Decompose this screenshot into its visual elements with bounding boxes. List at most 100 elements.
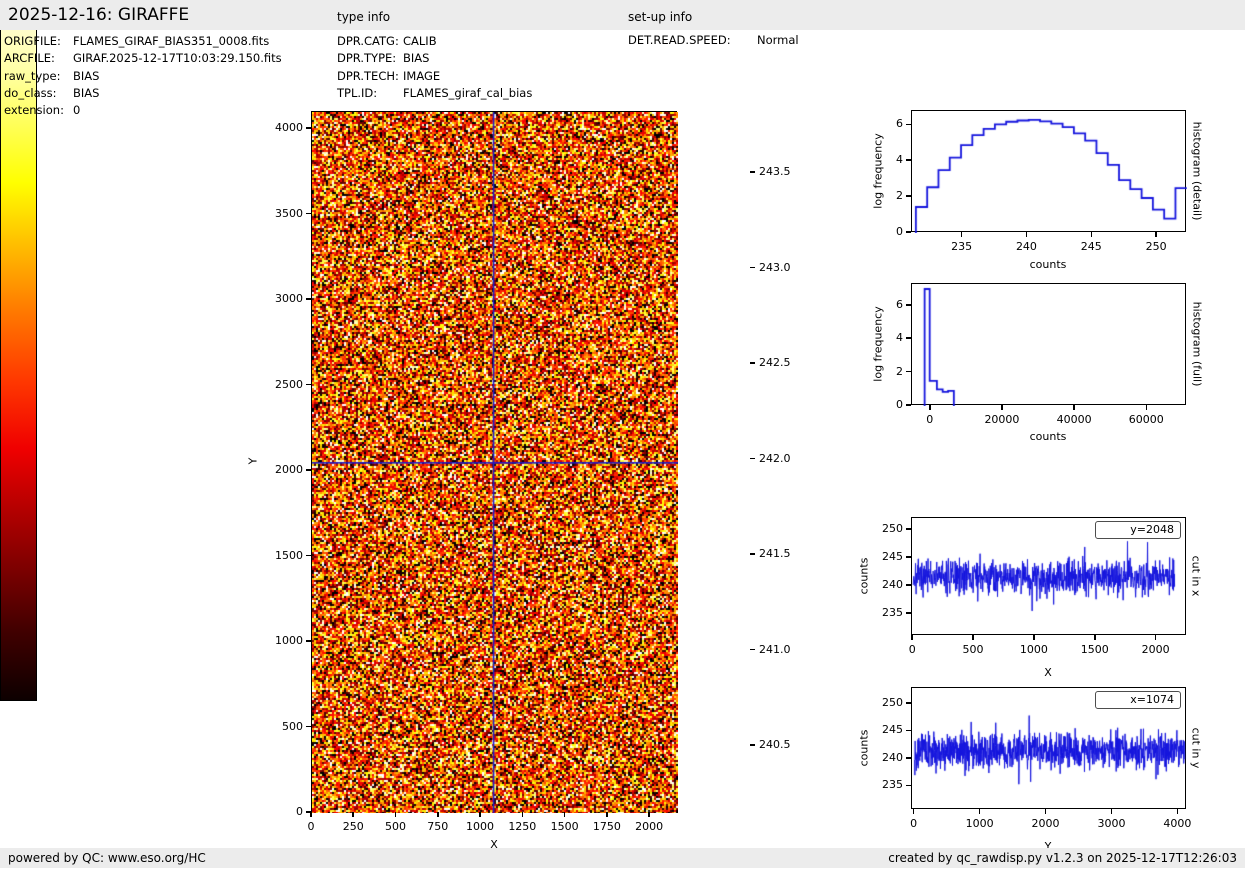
x-tick bbox=[1154, 635, 1157, 640]
y-tick-label: 235 bbox=[882, 778, 903, 792]
y-tick bbox=[905, 702, 911, 704]
field-label: raw_type: bbox=[4, 69, 61, 83]
y-tick bbox=[905, 159, 911, 162]
field-label: do_class: bbox=[4, 86, 57, 100]
x-tick bbox=[563, 812, 566, 817]
y-tick bbox=[905, 584, 911, 586]
field-label: DET.READ.SPEED: bbox=[628, 33, 731, 47]
histogram-detail-xlabel: counts bbox=[1029, 258, 1067, 271]
field-value: Normal bbox=[757, 33, 799, 47]
x-tick bbox=[1093, 635, 1096, 640]
colorbar-tick bbox=[750, 362, 755, 364]
x-tick bbox=[1145, 405, 1148, 410]
x-tick-label: 1000 bbox=[1019, 643, 1048, 656]
x-tick bbox=[912, 809, 915, 814]
y-tick-label: 2 bbox=[896, 189, 903, 203]
x-tick-label: 0 bbox=[908, 643, 916, 656]
field-label: TPL.ID: bbox=[337, 86, 378, 100]
y-tick bbox=[905, 611, 911, 614]
y-tick-label: 6 bbox=[896, 117, 903, 131]
y-tick-label: 6 bbox=[896, 297, 903, 311]
field-label: DPR.TECH: bbox=[337, 69, 399, 83]
x-tick bbox=[1155, 232, 1157, 237]
y-tick bbox=[905, 370, 911, 373]
x-tick-label: 2000 bbox=[635, 820, 664, 833]
colorbar-tick bbox=[750, 744, 755, 746]
y-tick-label: 240 bbox=[882, 577, 903, 591]
x-tick bbox=[1001, 405, 1003, 410]
type-info-row-tplid: TPL.ID: FLAMES_giraf_cal_bias bbox=[337, 86, 532, 100]
x-tick-label: 4000 bbox=[1163, 817, 1192, 830]
cut-in-x-plot: y=2048 bbox=[911, 517, 1187, 636]
y-tick bbox=[905, 231, 911, 233]
y-tick-label: 250 bbox=[882, 522, 903, 536]
colorbar-tick-label: 242.5 bbox=[759, 356, 791, 370]
histogram-full-plot bbox=[911, 283, 1187, 406]
file-info-row-extension: extension: 0 bbox=[4, 103, 80, 117]
field-value: BIAS bbox=[403, 51, 430, 65]
x-tick-label: 0 bbox=[926, 413, 934, 426]
setup-info-row-readspeed: DET.READ.SPEED: Normal bbox=[628, 33, 799, 47]
cut-in-y-plot: x=1074 bbox=[911, 687, 1187, 810]
x-tick bbox=[394, 812, 397, 817]
field-label: ORIGFILE: bbox=[4, 34, 61, 48]
x-tick bbox=[1033, 635, 1035, 640]
type-info-row-dprcatg: DPR.CATG: CALIB bbox=[337, 34, 437, 48]
y-tick-label: 4 bbox=[896, 331, 903, 345]
y-tick-label: 2500 bbox=[275, 377, 303, 391]
legend-label: x=1074 bbox=[1130, 693, 1174, 706]
x-tick-label: 0 bbox=[910, 817, 918, 830]
y-tick bbox=[905, 404, 911, 406]
type-info-row-dprtype: DPR.TYPE: BIAS bbox=[337, 51, 429, 65]
y-tick bbox=[905, 123, 911, 126]
colorbar-tick bbox=[750, 266, 755, 269]
colorbar-tick bbox=[750, 457, 755, 460]
field-label: DPR.TYPE: bbox=[337, 51, 397, 65]
field-value: FLAMES_giraf_cal_bias bbox=[403, 86, 533, 100]
legend-line-swatch bbox=[1102, 698, 1124, 700]
histogram-full-canvas bbox=[912, 284, 1187, 406]
y-tick-label: 1000 bbox=[275, 634, 303, 648]
field-value: CALIB bbox=[403, 34, 437, 48]
y-tick bbox=[905, 195, 911, 197]
field-label: extension: bbox=[4, 103, 64, 117]
file-info-row-rawtype: raw_type: BIAS bbox=[4, 69, 99, 83]
x-tick-label: 3000 bbox=[1097, 817, 1126, 830]
field-value: BIAS bbox=[73, 86, 100, 100]
colorbar-tick-label: 241.5 bbox=[759, 547, 791, 561]
y-tick bbox=[305, 383, 311, 386]
cut-in-y-legend: x=1074 bbox=[1095, 691, 1181, 709]
y-tick bbox=[905, 729, 911, 732]
x-tick bbox=[978, 809, 981, 814]
y-tick-label: 2 bbox=[896, 364, 903, 378]
y-tick-label: 245 bbox=[882, 550, 903, 564]
y-tick-label: 0 bbox=[896, 398, 903, 411]
x-tick bbox=[1025, 232, 1028, 237]
field-label: ARCFILE: bbox=[4, 51, 55, 65]
file-info-row-arcfile: ARCFILE: GIRAF.2025-12-17T10:03:29.150.f… bbox=[4, 51, 282, 65]
x-tick bbox=[648, 812, 650, 817]
x-tick-label: 2000 bbox=[1141, 643, 1170, 656]
type-info-section-label: type info bbox=[337, 10, 391, 24]
legend-line-swatch bbox=[1102, 528, 1124, 530]
x-tick bbox=[606, 812, 608, 817]
y-tick-label: 4 bbox=[896, 153, 903, 167]
x-tick-label: 500 bbox=[962, 643, 984, 656]
y-tick bbox=[305, 811, 311, 813]
x-tick bbox=[1176, 809, 1179, 814]
cut-in-x-xlabel: X bbox=[1044, 666, 1052, 679]
y-tick-label: 245 bbox=[882, 723, 903, 737]
colorbar-tick-label: 241.0 bbox=[759, 642, 791, 656]
y-tick-label: 2000 bbox=[275, 463, 303, 477]
field-label: DPR.CATG: bbox=[337, 34, 399, 48]
colorbar-tick bbox=[750, 553, 755, 555]
footer-qc-link[interactable]: powered by QC: www.eso.org/HC bbox=[8, 851, 206, 865]
x-tick-label: 1500 bbox=[1080, 643, 1109, 656]
file-info-row-origfile: ORIGFILE: FLAMES_GIRAF_BIAS351_0008.fits bbox=[4, 34, 269, 48]
x-tick bbox=[1073, 405, 1075, 410]
y-tick-label: 3000 bbox=[275, 292, 303, 306]
y-tick bbox=[305, 212, 311, 215]
bias-image-canvas bbox=[312, 112, 678, 813]
y-tick bbox=[305, 469, 311, 471]
x-tick-label: 1000 bbox=[965, 817, 994, 830]
